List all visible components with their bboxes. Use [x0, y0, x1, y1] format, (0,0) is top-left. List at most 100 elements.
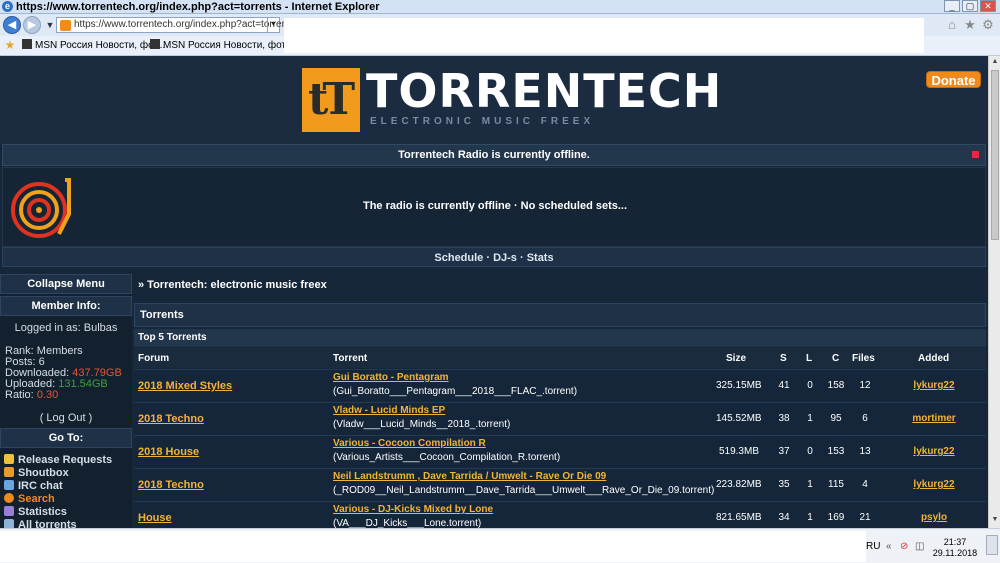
show-desktop-button[interactable] — [986, 535, 998, 555]
irc-chat-link[interactable]: IRC chat — [0, 480, 132, 493]
row-added-user[interactable]: mortimer — [904, 413, 964, 424]
row-added-user[interactable]: lykurg22 — [904, 479, 964, 490]
row-leechers: 1 — [807, 413, 813, 424]
link-label: All torrents — [18, 519, 77, 528]
row-torrent-link[interactable]: Various - DJ-Kicks Mixed by Lone — [333, 504, 493, 515]
home-icon[interactable]: ⌂ — [944, 17, 960, 33]
network-icon[interactable]: ⊘ — [900, 541, 908, 552]
col-leechers[interactable]: L — [806, 353, 812, 364]
tray-expand-icon[interactable]: « — [886, 541, 892, 552]
link-label: Shoutbox — [18, 467, 69, 479]
torrents-heading: Torrents — [134, 303, 986, 327]
collapse-menu-button[interactable]: Collapse Menu — [0, 274, 132, 294]
favorite-link-label: MSN Россия Новости, фот... — [35, 40, 166, 51]
msn-icon — [150, 39, 160, 49]
sidebar: Collapse Menu Member Info: Logged in as:… — [0, 274, 132, 528]
row-seeders: 38 — [778, 413, 790, 424]
row-leechers: 0 — [807, 380, 813, 391]
row-leechers: 1 — [807, 479, 813, 490]
row-added-user[interactable]: lykurg22 — [904, 380, 964, 391]
row-forum-link[interactable]: 2018 Techno — [138, 413, 204, 425]
col-torrent[interactable]: Torrent — [333, 353, 367, 364]
link-label: Search — [18, 493, 55, 505]
row-added-user[interactable]: lykurg22 — [904, 446, 964, 457]
tools-gear-icon[interactable]: ⚙ — [980, 17, 996, 33]
search-icon — [4, 493, 14, 503]
row-torrent-link[interactable]: Neil Landstrumm , Dave Tarrida / Umwelt … — [333, 471, 606, 482]
all-torrents-link[interactable]: All torrents — [0, 519, 132, 528]
clock[interactable]: 21:37 29.11.2018 — [930, 537, 980, 559]
language-indicator[interactable]: RU — [866, 541, 880, 552]
row-files: 4 — [862, 479, 868, 490]
row-torrent-link[interactable]: Vladw - Lucid Minds EP — [333, 405, 445, 416]
top5-heading: Top 5 Torrents — [134, 329, 986, 347]
table-row: 2018 Techno Neil Landstrumm , Dave Tarri… — [134, 468, 986, 500]
logo-emblem[interactable]: tT — [302, 68, 360, 132]
row-forum-link[interactable]: 2018 Mixed Styles — [138, 380, 232, 392]
table-row: 2018 Techno Vladw - Lucid Minds EP (Vlad… — [134, 402, 986, 434]
col-forum[interactable]: Forum — [138, 353, 169, 364]
favorite-link-1[interactable]: MSN Россия Новости, фот... — [22, 39, 165, 51]
radio-status-bar: Torrentech Radio is currently offline. — [2, 144, 986, 166]
row-files: 21 — [859, 512, 871, 523]
close-button[interactable]: ✕ — [980, 0, 996, 12]
col-files[interactable]: Files — [852, 353, 875, 364]
favorite-link-2[interactable]: MSN Россия Новости, фот... — [150, 39, 293, 51]
goto-heading: Go To: — [0, 428, 132, 448]
breadcrumb[interactable]: » Torrentech: electronic music freex — [134, 274, 986, 296]
row-size: 821.65MB — [716, 512, 762, 523]
radio-close-icon[interactable] — [972, 151, 979, 158]
row-torrent-file: (Gui_Boratto___Pentagram___2018___FLAC_.… — [333, 386, 578, 397]
link-label: Release Requests — [18, 454, 113, 466]
page-scrollbar[interactable]: ▲ ▼ — [988, 56, 1000, 528]
statistics-icon — [4, 506, 14, 516]
row-torrent-file: (Various_Artists___Cocoon_Compilation_R.… — [333, 452, 561, 463]
uploaded-value: 131.54GB — [58, 378, 108, 390]
volume-icon[interactable]: ◫ — [915, 541, 924, 552]
scroll-down-arrow[interactable]: ▼ — [990, 516, 1000, 526]
favorites-star-icon[interactable]: ★ — [962, 17, 978, 33]
row-seeders: 37 — [778, 446, 790, 457]
logo-text[interactable]: TORRENTECH — [366, 64, 722, 118]
row-forum-link[interactable]: 2018 Techno — [138, 479, 204, 491]
maximize-button[interactable]: ▢ — [962, 0, 978, 12]
col-added[interactable]: Added — [918, 353, 949, 364]
forward-button[interactable]: ▶ — [23, 16, 41, 34]
scroll-up-arrow[interactable]: ▲ — [990, 58, 1000, 68]
back-button[interactable]: ◀ — [3, 16, 21, 34]
statistics-link[interactable]: Statistics — [0, 506, 132, 519]
logout-link[interactable]: ( Log Out ) — [0, 413, 132, 424]
address-dropdown-icon[interactable]: ▼ — [267, 18, 279, 32]
address-bar[interactable]: https://www.torrentech.org/index.php?act… — [56, 17, 295, 33]
clock-time: 21:37 — [943, 537, 967, 547]
row-torrent-link[interactable]: Gui Boratto - Pentagram — [333, 372, 449, 383]
row-torrent-link[interactable]: Various - Cocoon Compilation R — [333, 438, 486, 449]
col-size[interactable]: Size — [726, 353, 746, 364]
row-files: 6 — [862, 413, 868, 424]
favorite-link-label: MSN Россия Новости, фот... — [163, 40, 294, 51]
redacted-area — [284, 18, 924, 53]
row-completed: 169 — [827, 512, 845, 523]
ratio-stat: Ratio: 0.30 — [0, 390, 132, 401]
redacted-taskbar-area — [0, 531, 866, 562]
logo-subtitle: ELECTRONIC MUSIC FREEX — [370, 116, 595, 127]
donate-button[interactable]: Donate — [926, 71, 981, 88]
scroll-thumb[interactable] — [991, 70, 999, 240]
row-forum-link[interactable]: 2018 House — [138, 446, 199, 458]
col-completed[interactable]: C — [832, 353, 839, 364]
star-icon — [4, 454, 14, 464]
row-added-user[interactable]: psylo — [904, 512, 964, 523]
radio-panel: The radio is currently offline · No sche… — [2, 167, 986, 247]
row-forum-link[interactable]: House — [138, 512, 172, 524]
shoutbox-link[interactable]: Shoutbox — [0, 467, 132, 480]
col-seeders[interactable]: S — [780, 353, 787, 364]
minimize-button[interactable]: _ — [944, 0, 960, 12]
row-size: 519.3MB — [718, 446, 759, 457]
address-url[interactable]: https://www.torrentech.org/index.php?act… — [74, 19, 295, 30]
row-files: 12 — [859, 380, 871, 391]
release-requests-link[interactable]: Release Requests — [0, 454, 132, 467]
radio-links[interactable]: Schedule · DJ-s · Stats — [2, 247, 986, 267]
torrents-icon — [4, 519, 14, 528]
msn-icon — [22, 39, 32, 49]
search-link[interactable]: Search — [0, 493, 132, 506]
